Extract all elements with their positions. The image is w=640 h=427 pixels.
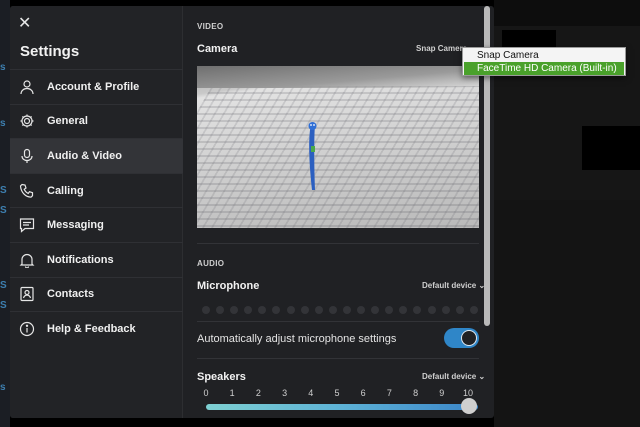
volume-tick-label: 2 [255, 388, 261, 398]
speakers-select-value: Default device [422, 372, 477, 381]
settings-sidebar: ✕ Settings Account & Profile General Aud… [10, 6, 183, 418]
background-marker: s [0, 62, 6, 73]
microphone-icon [19, 148, 35, 164]
background-marker: S [0, 185, 7, 196]
bell-icon [19, 252, 35, 268]
microphone-select-value: Default device [422, 281, 477, 290]
mic-level-dot [455, 306, 464, 314]
auto-adjust-mic-label: Automatically adjust microphone settings [197, 333, 397, 345]
sidebar-item-calling[interactable]: Calling [10, 172, 183, 208]
volume-tick-label: 5 [334, 388, 340, 398]
camera-dropdown-menu: Snap Camera FaceTime HD Camera (Built-in… [462, 47, 626, 76]
info-icon [19, 321, 35, 337]
microphone-label: Microphone [197, 280, 260, 292]
row-divider [197, 358, 479, 359]
volume-tick-label: 3 [282, 388, 288, 398]
sidebar-item-notifications[interactable]: Notifications [10, 241, 183, 277]
mic-level-dot [357, 306, 366, 314]
mic-level-dot [230, 306, 239, 314]
settings-title: Settings [20, 43, 80, 60]
mic-level-dot [314, 306, 323, 314]
volume-tick-label: 9 [439, 388, 445, 398]
mic-level-dot [441, 306, 450, 314]
mic-level-dot [286, 306, 295, 314]
row-divider [197, 321, 479, 322]
mic-level-dot [342, 306, 351, 314]
phone-icon [19, 183, 35, 199]
mic-level-dot [202, 306, 210, 314]
sidebar-item-messaging[interactable]: Messaging [10, 207, 183, 242]
sidebar-item-label: Messaging [47, 219, 104, 232]
camera-option-facetime-hd[interactable]: FaceTime HD Camera (Built-in) [464, 62, 624, 75]
sidebar-item-audio-video[interactable]: Audio & Video [10, 138, 183, 173]
camera-option-snap-camera[interactable]: Snap Camera [464, 49, 624, 62]
sidebar-item-label: General [47, 115, 88, 128]
mic-level-dot [300, 306, 309, 314]
speakers-select[interactable]: Default device ⌄ [422, 372, 485, 381]
background-marker: S [0, 300, 7, 311]
volume-tick-label: 0 [203, 388, 209, 398]
volume-tick-label: 6 [360, 388, 366, 398]
microphone-level-meter [202, 306, 478, 314]
video-section-label: VIDEO [197, 22, 224, 31]
chevron-down-icon: ⌄ [478, 372, 486, 381]
volume-tick-label: 8 [413, 388, 419, 398]
toggle-knob [461, 330, 477, 346]
volume-tick-labels: 0 1 2 3 4 5 6 7 8 9 10 [196, 388, 474, 400]
volume-slider-thumb[interactable] [461, 398, 477, 414]
sidebar-item-label: Account & Profile [47, 80, 140, 93]
mic-level-dot [413, 306, 422, 314]
mic-level-dot [216, 306, 225, 314]
sidebar-item-label: Audio & Video [47, 149, 122, 162]
mic-level-dot [258, 306, 267, 314]
section-divider [197, 243, 479, 244]
contacts-icon [19, 286, 35, 302]
close-icon[interactable]: ✕ [18, 16, 32, 32]
mic-level-dot [469, 306, 478, 314]
volume-tick-label: 1 [229, 388, 235, 398]
volume-tick-label: 7 [386, 388, 392, 398]
mic-level-dot [328, 306, 337, 314]
mic-level-dot [244, 306, 253, 314]
sidebar-item-account-profile[interactable]: Account & Profile [10, 69, 183, 104]
settings-content: VIDEO Camera Snap Camera AUDIO Microphon… [184, 6, 494, 418]
microphone-select[interactable]: Default device ⌄ [422, 281, 485, 290]
settings-dialog: ✕ Settings Account & Profile General Aud… [10, 6, 494, 418]
mic-level-dot [272, 306, 281, 314]
background-marker: S [0, 280, 7, 291]
mic-level-dot [399, 306, 408, 314]
mic-level-dot [427, 306, 436, 314]
background-marker: s [0, 118, 6, 129]
speakers-label: Speakers [197, 371, 246, 383]
camera-preview [197, 66, 479, 228]
person-icon [19, 79, 35, 95]
volume-tick-label: 4 [308, 388, 314, 398]
audio-section-label: AUDIO [197, 259, 225, 268]
mic-level-dot [385, 306, 394, 314]
sidebar-item-label: Calling [47, 184, 84, 197]
gear-icon [19, 113, 35, 129]
sidebar-item-contacts[interactable]: Contacts [10, 276, 183, 312]
sidebar-item-label: Help & Feedback [47, 322, 136, 335]
background-marker: S [0, 205, 7, 216]
background-marker: s [0, 382, 6, 393]
mic-level-dot [371, 306, 380, 314]
sidebar-item-label: Contacts [47, 288, 95, 301]
camera-label: Camera [197, 43, 238, 55]
sidebar-item-general[interactable]: General [10, 103, 183, 139]
auto-adjust-mic-toggle[interactable] [444, 328, 479, 348]
speaker-volume-slider[interactable] [206, 404, 478, 410]
volume-tick-label: 10 [462, 388, 474, 398]
sidebar-item-help-feedback[interactable]: Help & Feedback [10, 311, 183, 346]
message-icon [19, 217, 35, 233]
camera-select[interactable]: Snap Camera [416, 44, 467, 53]
sidebar-item-label: Notifications [47, 253, 114, 266]
pen-figure-image [308, 122, 317, 190]
settings-nav: Account & Profile General Audio & Video … [10, 69, 183, 346]
